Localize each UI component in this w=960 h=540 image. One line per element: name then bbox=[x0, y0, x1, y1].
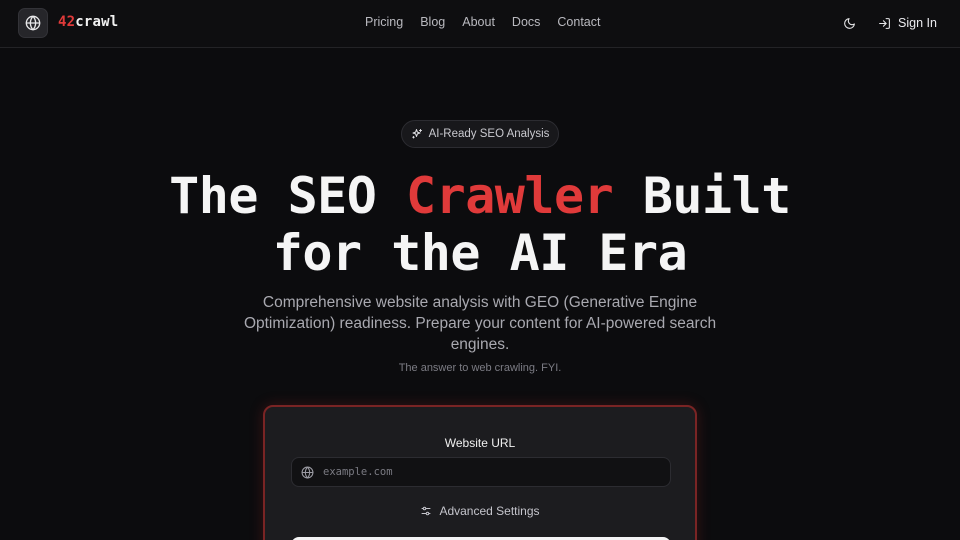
brand-name[interactable]: 42crawl bbox=[58, 14, 118, 30]
sign-in-button[interactable]: Sign In bbox=[878, 13, 937, 33]
theme-toggle-button[interactable] bbox=[839, 13, 859, 33]
nav-pricing[interactable]: Pricing bbox=[365, 15, 403, 29]
sign-in-label: Sign In bbox=[898, 16, 937, 30]
brand-number: 42 bbox=[58, 14, 76, 30]
main-nav: Pricing Blog About Docs Contact bbox=[365, 15, 618, 29]
url-input-wrapper[interactable] bbox=[291, 457, 671, 487]
url-input[interactable] bbox=[323, 466, 643, 478]
badge-label: AI-Ready SEO Analysis bbox=[428, 128, 550, 140]
feature-badge: AI-Ready SEO Analysis bbox=[401, 120, 559, 148]
top-navbar: 42crawl Pricing Blog About Docs Contact … bbox=[0, 0, 960, 48]
logo-button[interactable] bbox=[18, 8, 48, 38]
hero-tagline: The answer to web crawling. FYI. bbox=[398, 362, 562, 374]
brand-word: crawl bbox=[75, 14, 119, 30]
sign-in-icon bbox=[879, 17, 890, 29]
hero-subtitle: Comprehensive website analysis with GEO … bbox=[243, 294, 717, 353]
url-label: Website URL bbox=[444, 436, 516, 450]
sparkles-icon bbox=[411, 129, 422, 139]
headline-part2: Built bbox=[613, 167, 792, 225]
headline-line2: for the AI Era bbox=[272, 224, 688, 282]
advanced-settings-label: Advanced Settings bbox=[439, 504, 540, 518]
hero-headline: The SEO Crawler Built for the AI Era bbox=[0, 168, 960, 282]
advanced-settings-toggle[interactable]: Advanced Settings bbox=[265, 504, 695, 518]
moon-icon bbox=[843, 17, 855, 29]
nav-contact[interactable]: Contact bbox=[557, 15, 600, 29]
globe-icon bbox=[25, 15, 41, 31]
sliders-icon bbox=[421, 506, 431, 516]
page: 42crawl Pricing Blog About Docs Contact … bbox=[0, 0, 960, 540]
crawl-form-card: Website URL Advanced Settings bbox=[263, 405, 697, 540]
nav-about[interactable]: About bbox=[462, 15, 495, 29]
headline-accent: Crawler bbox=[405, 167, 614, 225]
nav-docs[interactable]: Docs bbox=[512, 15, 540, 29]
globe-icon bbox=[301, 466, 314, 478]
nav-blog[interactable]: Blog bbox=[420, 15, 445, 29]
headline-part1: The SEO bbox=[169, 167, 406, 225]
